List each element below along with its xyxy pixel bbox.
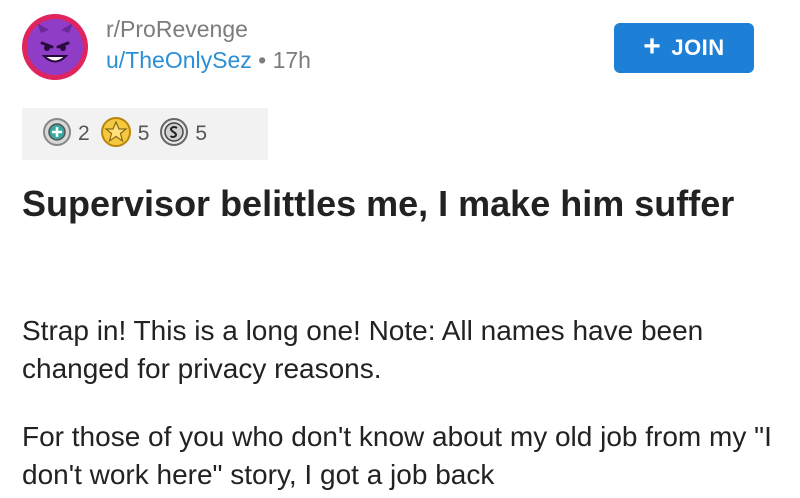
- subreddit-name[interactable]: r/ProRevenge: [106, 14, 311, 44]
- award-silver[interactable]: 5: [159, 117, 207, 152]
- post-body-paragraph: For those of you who don't know about my…: [22, 421, 772, 490]
- helpful-award-count: 2: [78, 122, 90, 145]
- post-meta: r/ProRevenge u/TheOnlySez • 17h: [106, 14, 311, 76]
- plus-icon: +: [643, 29, 662, 63]
- silver-award-icon: [159, 117, 189, 152]
- join-label: JOIN: [671, 35, 725, 60]
- silver-award-count: 5: [195, 122, 208, 145]
- awards-bar[interactable]: 2 5 5: [22, 108, 268, 160]
- author-line: u/TheOnlySez • 17h: [106, 44, 311, 76]
- devil-face-icon: [27, 19, 83, 75]
- award-gold[interactable]: 5: [100, 116, 150, 153]
- post-body-paragraph: Strap in! This is a long one! Note: All …: [22, 315, 704, 384]
- post-title[interactable]: Supervisor belittles me, I make him suff…: [22, 180, 762, 228]
- username-link[interactable]: u/TheOnlySez: [106, 47, 252, 73]
- join-button[interactable]: + JOIN: [614, 23, 754, 73]
- helpful-award-icon: [42, 117, 72, 152]
- separator-dot: •: [258, 47, 267, 73]
- post-time: 17h: [272, 47, 311, 73]
- gold-award-icon: [100, 116, 132, 153]
- award-helpful[interactable]: 2: [42, 117, 90, 152]
- gold-award-count: 5: [137, 122, 150, 145]
- subreddit-avatar[interactable]: [22, 14, 88, 80]
